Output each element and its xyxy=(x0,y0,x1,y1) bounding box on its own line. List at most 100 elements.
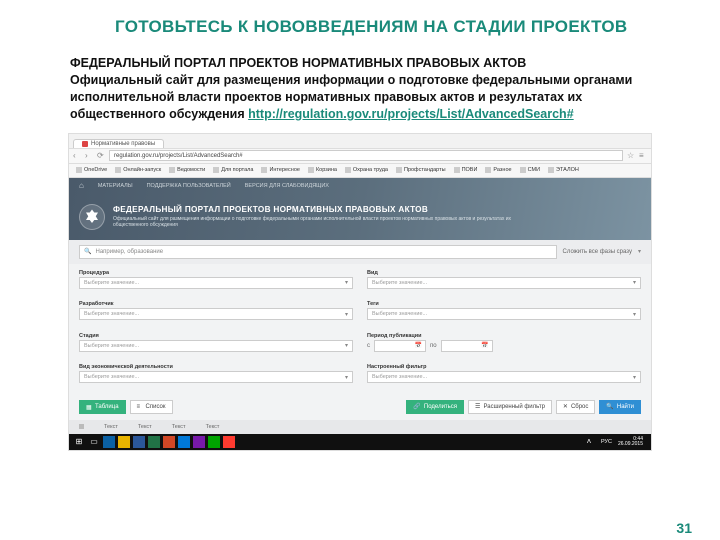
filter-icon: ☰ xyxy=(475,403,480,410)
bookmark-icon xyxy=(520,167,526,173)
select-stage[interactable]: Выберите значение...▾ xyxy=(79,340,353,352)
select-okved[interactable]: Выберите значение...▾ xyxy=(79,371,353,383)
field-okved: Вид экономической деятельности Выберите … xyxy=(79,364,353,392)
bookmarks-bar: OneDrive Онлайн-запуск Ведомости Для пор… xyxy=(69,164,651,178)
chevron-down-icon: ▾ xyxy=(633,311,636,318)
hero-title: ФЕДЕРАЛЬНЫЙ ПОРТАЛ ПРОЕКТОВ НОРМАТИВНЫХ … xyxy=(113,205,533,214)
chevron-down-icon: ▾ xyxy=(633,279,636,286)
reload-icon[interactable]: ⟳ xyxy=(97,152,105,160)
bookmark-icon xyxy=(396,167,402,173)
grid-icon: ▦ xyxy=(86,404,92,410)
bookmark[interactable]: Разное xyxy=(482,166,514,174)
windows-taskbar: ⊞ ▭ ˄ РУС 0:4426.09.2015 xyxy=(69,434,651,450)
find-button[interactable]: 🔍Найти xyxy=(599,400,641,414)
clock[interactable]: 0:4426.09.2015 xyxy=(618,437,647,447)
select-procedure[interactable]: Выберите значение...▾ xyxy=(79,277,353,289)
slide-title: ГОТОВЬТЕСЬ К НОВОВВЕДЕНИЯМ НА СТАДИИ ПРО… xyxy=(0,0,720,37)
browser-tab[interactable]: Нормативные правовы xyxy=(73,139,164,148)
back-icon[interactable]: ‹ xyxy=(73,152,81,160)
bookmark[interactable]: ПОВИ xyxy=(451,166,481,174)
bookmark[interactable]: Профстандарты xyxy=(393,166,449,174)
form-actions: ▦Таблица ≡Список 🔗Поделиться ☰Расширенны… xyxy=(69,396,651,420)
bookmark-icon xyxy=(169,167,175,173)
nav-accessibility[interactable]: ВЕРСИЯ ДЛЯ СЛАБОВИДЯЩИХ xyxy=(245,183,329,189)
result-col: Текст xyxy=(206,424,220,430)
date-from-input[interactable]: 📅 xyxy=(374,340,426,352)
date-to-input[interactable]: 📅 xyxy=(441,340,493,352)
star-icon[interactable]: ☆ xyxy=(627,152,635,160)
search-icon: 🔍 xyxy=(606,403,613,410)
bookmark[interactable]: Ведомости xyxy=(166,166,208,174)
bookmark[interactable]: Онлайн-запуск xyxy=(112,166,164,174)
app-icon[interactable] xyxy=(193,436,205,448)
tray-up-icon[interactable]: ˄ xyxy=(583,436,595,448)
select-kind[interactable]: Выберите значение...▾ xyxy=(367,277,641,289)
search-icon: 🔍 xyxy=(84,248,91,255)
app-icon[interactable] xyxy=(163,436,175,448)
bookmark-icon xyxy=(548,167,554,173)
bookmark[interactable]: ЭТАЛОН xyxy=(545,166,582,174)
select-tags[interactable]: Выберите значение...▾ xyxy=(367,308,641,320)
browser-address-bar: ‹ › ⟳ regulation.gov.ru/projects/List/Ad… xyxy=(69,148,651,164)
home-icon[interactable]: ⌂ xyxy=(79,181,84,190)
advanced-filter-button[interactable]: ☰Расширенный фильтр xyxy=(468,400,552,414)
tab-title: Нормативные правовы xyxy=(91,141,155,147)
field-kind: Вид Выберите значение...▾ xyxy=(367,270,641,298)
nav-materials[interactable]: МАТЕРИАЛЫ xyxy=(98,183,133,189)
app-icon[interactable] xyxy=(103,436,115,448)
page-hero: ⌂ МАТЕРИАЛЫ ПОДДЕРЖКА ПОЛЬЗОВАТЕЛЕЙ ВЕРС… xyxy=(69,178,651,240)
bookmark-icon xyxy=(115,167,121,173)
portal-link[interactable]: http://regulation.gov.ru/projects/List/A… xyxy=(248,107,574,121)
url-input[interactable]: regulation.gov.ru/projects/List/Advanced… xyxy=(109,150,623,161)
taskview-icon[interactable]: ▭ xyxy=(88,436,100,448)
collapse-phases-link[interactable]: Сложить все фазы сразу xyxy=(563,249,632,255)
result-col: Текст xyxy=(172,424,186,430)
share-button[interactable]: 🔗Поделиться xyxy=(406,400,464,414)
bookmark-icon xyxy=(76,167,82,173)
hero-subtitle: Официальный сайт для размещения информац… xyxy=(113,216,533,228)
bookmark[interactable]: Для портала xyxy=(210,166,256,174)
field-period: Период публикации с 📅 по 📅 xyxy=(367,333,641,361)
results-header: Текст Текст Текст Текст xyxy=(69,420,651,434)
bookmark[interactable]: СМИ xyxy=(517,166,543,174)
square-icon xyxy=(79,424,84,429)
bookmark[interactable]: Корзина xyxy=(305,166,340,174)
field-developer: Разработчик Выберите значение...▾ xyxy=(79,301,353,329)
app-icon[interactable] xyxy=(133,436,145,448)
filter-form: Процедура Выберите значение...▾ Вид Выбе… xyxy=(69,264,651,396)
select-developer[interactable]: Выберите значение...▾ xyxy=(79,308,353,320)
start-button[interactable]: ⊞ xyxy=(73,436,85,448)
share-icon: 🔗 xyxy=(413,403,420,410)
view-tab-list[interactable]: ≡Список xyxy=(130,400,173,414)
site-topnav: ⌂ МАТЕРИАЛЫ ПОДДЕРЖКА ПОЛЬЗОВАТЕЛЕЙ ВЕРС… xyxy=(69,178,651,194)
intro-text: ФЕДЕРАЛЬНЫЙ ПОРТАЛ ПРОЕКТОВ НОРМАТИВНЫХ … xyxy=(0,37,720,123)
forward-icon[interactable]: › xyxy=(85,152,93,160)
chevron-down-icon: ▾ xyxy=(638,248,641,255)
bookmark[interactable]: Интересное xyxy=(258,166,303,174)
nav-support[interactable]: ПОДДЕРЖКА ПОЛЬЗОВАТЕЛЕЙ xyxy=(147,183,231,189)
app-icon[interactable] xyxy=(118,436,130,448)
app-icon[interactable] xyxy=(148,436,160,448)
bookmark[interactable]: Охрана труда xyxy=(342,166,391,174)
chevron-down-icon: ▾ xyxy=(633,374,636,381)
bookmark[interactable]: OneDrive xyxy=(73,166,110,174)
app-icon[interactable] xyxy=(223,436,235,448)
app-icon[interactable] xyxy=(178,436,190,448)
x-icon: ✕ xyxy=(563,403,568,410)
list-icon: ≡ xyxy=(137,404,143,410)
menu-icon[interactable]: ≡ xyxy=(639,152,647,160)
date-to-label: по xyxy=(430,343,437,349)
bookmark-icon xyxy=(308,167,314,173)
view-tab-table[interactable]: ▦Таблица xyxy=(79,400,126,414)
search-row: 🔍 Например, образование Сложить все фазы… xyxy=(69,240,651,264)
chevron-down-icon: ▾ xyxy=(345,279,348,286)
search-input[interactable]: 🔍 Например, образование xyxy=(79,245,557,259)
chevron-down-icon: ▾ xyxy=(345,311,348,318)
date-from-label: с xyxy=(367,343,370,349)
bookmark-icon xyxy=(485,167,491,173)
app-icon[interactable] xyxy=(208,436,220,448)
select-saved-filter[interactable]: Выберите значение...▾ xyxy=(367,371,641,383)
favicon-icon xyxy=(82,141,88,147)
lang-indicator[interactable]: РУС xyxy=(598,439,615,445)
reset-button[interactable]: ✕Сброс xyxy=(556,400,595,414)
